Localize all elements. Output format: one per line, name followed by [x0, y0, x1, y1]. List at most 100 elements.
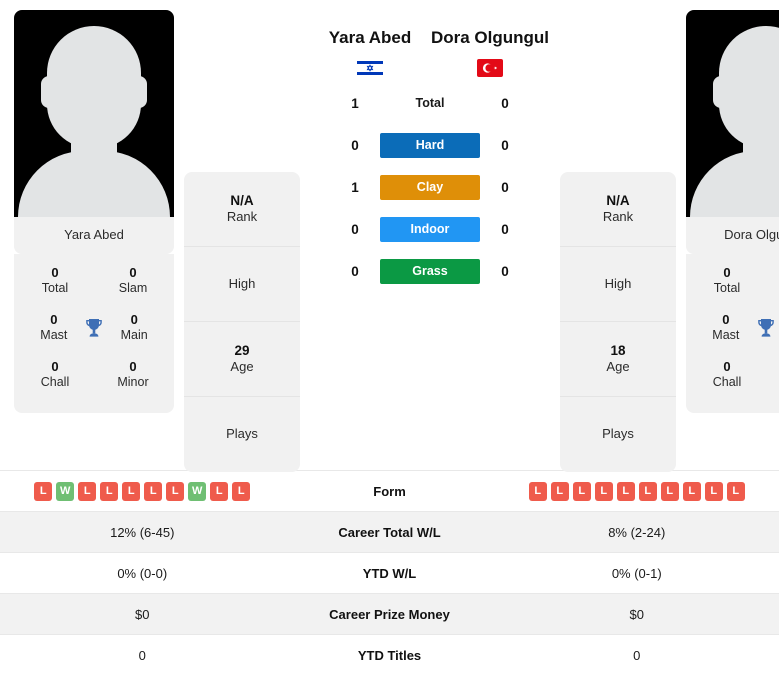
form-badge-loss[interactable]: L — [616, 481, 635, 501]
h2h-row-clay: 1 Clay 0 — [330, 174, 530, 200]
table-row-form: LWLLLLLWLL Form LLLLLLLLLL — [0, 470, 779, 511]
h2h-indoor-badge[interactable]: Indoor — [380, 216, 480, 242]
form-badge-loss[interactable]: L — [726, 481, 745, 501]
h2h-clay-badge[interactable]: Clay — [380, 174, 480, 200]
h2h-row-total: 1 Total 0 — [330, 91, 530, 116]
left-age-label: Age — [230, 359, 254, 375]
left-player-titles-panel: 0 Total 0 Slam 0 Mast 0 Main 0 Chall 0 M… — [14, 254, 174, 413]
right-player-name: Dora Olgungul — [430, 28, 550, 47]
career-prize-money-label: Career Prize Money — [329, 606, 450, 622]
titles-challenger-label: Chall — [40, 375, 70, 389]
titles-challenger-label: Chall — [712, 375, 742, 389]
right-ytd-titles: 0 — [633, 647, 641, 663]
form-badge-win[interactable]: W — [56, 481, 75, 501]
right-player-stat-card: N/A Rank High 18 Age Plays — [560, 172, 676, 472]
right-high-label: High — [604, 275, 632, 291]
left-player-column: Yara Abed 0 Total 0 Slam 0 Mast 0 Main 0… — [14, 10, 174, 413]
h2h-surface-rows: 1 Total 0 0 Hard 0 1 Clay 0 0 Indoor 0 0 — [330, 91, 530, 299]
h2h-grass-badge[interactable]: Grass — [380, 258, 480, 284]
titles-main-label: Main — [120, 328, 148, 343]
h2h-hard-badge[interactable]: Hard — [380, 132, 480, 158]
right-high-row: High — [560, 247, 676, 322]
titles-total: 0 Total — [700, 265, 754, 297]
right-player-avatar-card[interactable]: Dora Olgungul — [686, 10, 779, 254]
h2h-hard-right-score: 0 — [501, 137, 509, 153]
form-badge-loss[interactable]: L — [572, 481, 591, 501]
titles-row-bottom: 0 Chall 0 Minor — [24, 352, 164, 399]
titles-row-top: 0 Total 0 Slam — [696, 258, 779, 305]
form-badge-win[interactable]: W — [188, 481, 207, 501]
right-plays-label: Plays — [602, 426, 634, 442]
form-badge-loss[interactable]: L — [34, 481, 53, 501]
right-plays-row: Plays — [560, 397, 676, 472]
left-high-label: High — [228, 275, 256, 291]
titles-minor-label: Minor — [117, 375, 149, 389]
form-badge-loss[interactable]: L — [100, 481, 119, 501]
right-rank-row: N/A Rank — [560, 172, 676, 247]
table-row: $0 Career Prize Money $0 — [0, 593, 779, 634]
form-badge-loss[interactable]: L — [122, 481, 141, 501]
right-age-value: 18 — [610, 342, 626, 358]
trophy-icon — [80, 313, 109, 343]
form-badge-loss[interactable]: L — [528, 481, 547, 501]
comparison-stats-table: LWLLLLLWLL Form LLLLLLLLLL 12% (6-45) Ca… — [0, 470, 779, 675]
h2h-indoor-left-score: 0 — [351, 221, 359, 237]
right-career-prize-money: $0 — [629, 606, 644, 622]
left-career-total-wl: 12% (6-45) — [110, 524, 175, 540]
form-badge-loss[interactable]: L — [594, 481, 613, 501]
titles-challenger: 0 Chall — [28, 359, 82, 391]
titles-challenger: 0 Chall — [700, 359, 754, 391]
right-career-total-wl: 8% (2-24) — [608, 524, 666, 540]
h2h-clay-left-score: 1 — [351, 179, 359, 195]
h2h-total-left-score: 1 — [351, 95, 359, 111]
left-plays-row: Plays — [184, 397, 300, 472]
form-badge-loss[interactable]: L — [210, 481, 229, 501]
left-rank-row: N/A Rank — [184, 172, 300, 247]
left-player-avatar-card[interactable]: Yara Abed — [14, 10, 174, 254]
titles-slam-value: 0 — [129, 265, 137, 280]
left-player-avatar-caption: Yara Abed — [14, 217, 174, 254]
titles-total-label: Total — [41, 281, 69, 296]
form-badge-loss[interactable]: L — [144, 481, 163, 501]
head-to-head-panel: Yara Abed Dora Olgungul 1 Total 0 0 Hard… — [310, 10, 550, 299]
h2h-hard-left-score: 0 — [351, 137, 359, 153]
right-player-heading[interactable]: Dora Olgungul — [430, 28, 550, 77]
h2h-row-indoor: 0 Indoor 0 — [330, 216, 530, 242]
titles-slam-label: Slam — [118, 281, 148, 296]
player-comparison-panel: Yara Abed 0 Total 0 Slam 0 Mast 0 Main 0… — [0, 0, 779, 472]
form-badge-loss[interactable]: L — [232, 481, 251, 501]
left-player-name: Yara Abed — [328, 28, 412, 47]
table-row: 0 YTD Titles 0 — [0, 634, 779, 675]
titles-masters-label: Mast — [40, 328, 68, 343]
titles-masters: 0 Mast — [700, 312, 752, 344]
titles-main: 0 Main — [108, 312, 160, 344]
titles-slam: 0 Slam — [106, 265, 160, 297]
titles-masters-value: 0 — [722, 311, 730, 327]
right-rank-value: N/A — [606, 192, 630, 208]
titles-main-value: 0 — [130, 311, 138, 327]
titles-minor: 0 Minor — [106, 359, 160, 391]
form-badge-loss[interactable]: L — [638, 481, 657, 501]
right-form-cell: LLLLLLLLLL — [495, 481, 779, 501]
form-badge-loss[interactable]: L — [550, 481, 569, 501]
form-badge-loss[interactable]: L — [660, 481, 679, 501]
left-form-strip: LWLLLLLWLL — [34, 481, 251, 501]
left-career-prize-money: $0 — [135, 606, 150, 622]
right-age-row: 18 Age — [560, 322, 676, 397]
career-total-wl-label: Career Total W/L — [338, 524, 441, 540]
left-player-heading[interactable]: Yara Abed — [310, 28, 430, 77]
form-badge-loss[interactable]: L — [682, 481, 701, 501]
avatar-silhouette-ear-left — [41, 76, 57, 108]
form-badge-loss[interactable]: L — [166, 481, 185, 501]
titles-challenger-value: 0 — [51, 358, 59, 374]
turkey-flag-icon — [477, 58, 503, 77]
titles-total: 0 Total — [28, 265, 82, 297]
left-player-stat-card: N/A Rank High 29 Age Plays — [184, 172, 300, 472]
form-badge-loss[interactable]: L — [704, 481, 723, 501]
titles-row-top: 0 Total 0 Slam — [24, 258, 164, 305]
trophy-icon — [752, 313, 779, 343]
ytd-wl-label: YTD W/L — [362, 565, 417, 581]
left-age-row: 29 Age — [184, 322, 300, 397]
titles-row-middle: 0 Mast 0 Main — [24, 305, 164, 352]
form-badge-loss[interactable]: L — [78, 481, 97, 501]
